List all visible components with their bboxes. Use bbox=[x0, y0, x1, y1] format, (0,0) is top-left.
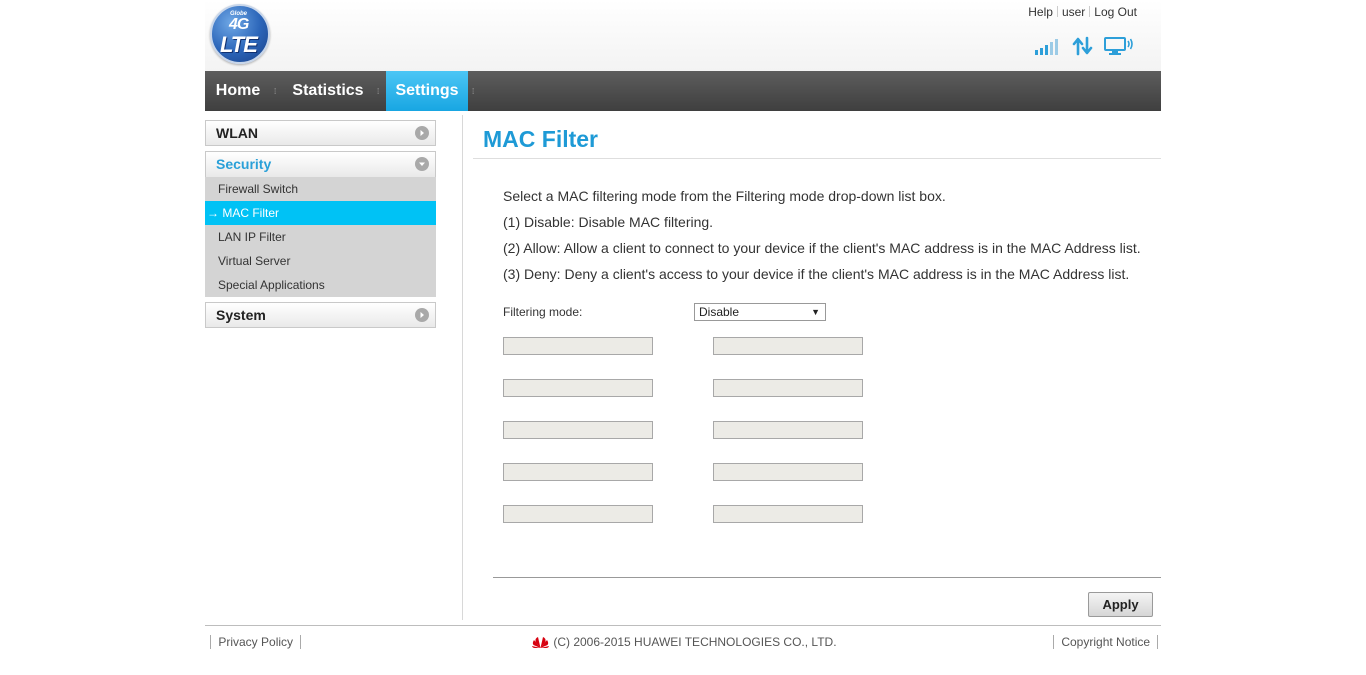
mac-address-input[interactable] bbox=[503, 505, 653, 523]
footer-notice: Copyright Notice bbox=[1053, 635, 1159, 649]
mac-address-input[interactable] bbox=[713, 337, 863, 355]
sidebar-item-label: LAN IP Filter bbox=[218, 230, 286, 244]
sidebar-group-security[interactable]: Security bbox=[205, 151, 436, 177]
sidebar-item-label: MAC Filter bbox=[222, 206, 280, 220]
tab-statistics[interactable]: Statistics bbox=[283, 71, 373, 111]
form-divider bbox=[493, 577, 1161, 578]
mac-address-input[interactable] bbox=[713, 379, 863, 397]
security-submenu: Firewall Switch → MAC Filter LAN IP Filt… bbox=[205, 177, 436, 297]
sidebar-item-virtual-server[interactable]: Virtual Server bbox=[205, 249, 436, 273]
sidebar-group-system[interactable]: System bbox=[205, 302, 436, 328]
sidebar-item-firewall-switch[interactable]: Firewall Switch bbox=[205, 177, 436, 201]
user-link[interactable]: user bbox=[1062, 5, 1085, 19]
nav-separator: ⁞ bbox=[472, 87, 475, 96]
privacy-policy-link[interactable]: Privacy Policy bbox=[218, 635, 293, 649]
sidebar-group-label: WLAN bbox=[216, 125, 258, 141]
logout-link[interactable]: Log Out bbox=[1094, 5, 1137, 19]
filtering-mode-value: Disable bbox=[699, 305, 740, 319]
mac-address-input[interactable] bbox=[503, 463, 653, 481]
globe-4g-lte-logo: Globe 4G LTE bbox=[210, 4, 270, 64]
signal-strength-icon bbox=[1034, 36, 1060, 61]
logo-text-lte: LTE bbox=[220, 32, 258, 57]
page-title: MAC Filter bbox=[483, 126, 598, 152]
sidebar: WLAN Security Firewall Switch → MAC Filt… bbox=[205, 120, 436, 328]
link-separator bbox=[1056, 6, 1058, 17]
nav-separator: ⁞ bbox=[377, 87, 380, 96]
tab-settings[interactable]: Settings bbox=[386, 71, 468, 111]
help-link[interactable]: Help bbox=[1028, 5, 1053, 19]
description-line: (2) Allow: Allow a client to connect to … bbox=[503, 240, 1141, 256]
main-nav: Home ⁞ Statistics ⁞ Settings ⁞ bbox=[205, 71, 1161, 111]
sidebar-group-label: System bbox=[216, 307, 266, 323]
mac-address-input[interactable] bbox=[503, 421, 653, 439]
chevron-right-icon bbox=[415, 126, 429, 140]
connected-device-icon bbox=[1104, 36, 1134, 61]
copyright-text: (C) 2006-2015 HUAWEI TECHNOLOGIES CO., L… bbox=[553, 635, 837, 649]
sidebar-item-lan-ip-filter[interactable]: LAN IP Filter bbox=[205, 225, 436, 249]
footer-divider bbox=[205, 625, 1161, 626]
filtering-mode-label: Filtering mode: bbox=[503, 305, 583, 319]
copyright-notice-link[interactable]: Copyright Notice bbox=[1061, 635, 1150, 649]
mac-address-input[interactable] bbox=[503, 337, 653, 355]
header: Globe 4G LTE Help user Log Out bbox=[205, 0, 1161, 71]
footer-privacy: Privacy Policy bbox=[210, 635, 302, 649]
sidebar-item-label: Firewall Switch bbox=[218, 182, 299, 196]
title-divider bbox=[473, 158, 1161, 159]
description-line: (3) Deny: Deny a client's access to your… bbox=[503, 266, 1130, 282]
arrow-right-icon: → bbox=[207, 206, 219, 220]
link-separator bbox=[1089, 6, 1091, 17]
dropdown-arrow-icon: ▼ bbox=[811, 307, 820, 317]
apply-button[interactable]: Apply bbox=[1088, 592, 1153, 617]
top-links: Help user Log Out bbox=[1028, 5, 1137, 19]
footer-copyright: (C) 2006-2015 HUAWEI TECHNOLOGIES CO., L… bbox=[531, 635, 837, 652]
mac-address-input[interactable] bbox=[713, 505, 863, 523]
filtering-mode-select[interactable]: Disable ▼ bbox=[694, 303, 826, 321]
chevron-right-icon bbox=[415, 308, 429, 322]
mac-address-input[interactable] bbox=[713, 463, 863, 481]
chevron-down-icon bbox=[415, 157, 429, 171]
description-line: (1) Disable: Disable MAC filtering. bbox=[503, 214, 714, 230]
sidebar-item-mac-filter[interactable]: → MAC Filter bbox=[205, 201, 436, 225]
huawei-logo-icon bbox=[531, 635, 550, 652]
data-transfer-icon bbox=[1072, 36, 1094, 61]
nav-separator: ⁞ bbox=[274, 87, 277, 96]
sidebar-group-label: Security bbox=[216, 156, 272, 172]
description-line: Select a MAC filtering mode from the Fil… bbox=[503, 188, 946, 204]
sidebar-item-label: Virtual Server bbox=[218, 254, 291, 268]
tab-home[interactable]: Home bbox=[205, 71, 271, 111]
mac-address-input[interactable] bbox=[713, 421, 863, 439]
sidebar-item-label: Special Applications bbox=[218, 278, 325, 292]
page: Globe 4G LTE Help user Log Out Home ⁞ St… bbox=[205, 0, 1161, 675]
content-divider bbox=[462, 115, 463, 620]
sidebar-group-wlan[interactable]: WLAN bbox=[205, 120, 436, 146]
sidebar-item-special-applications[interactable]: Special Applications bbox=[205, 273, 436, 297]
mac-address-input[interactable] bbox=[503, 379, 653, 397]
